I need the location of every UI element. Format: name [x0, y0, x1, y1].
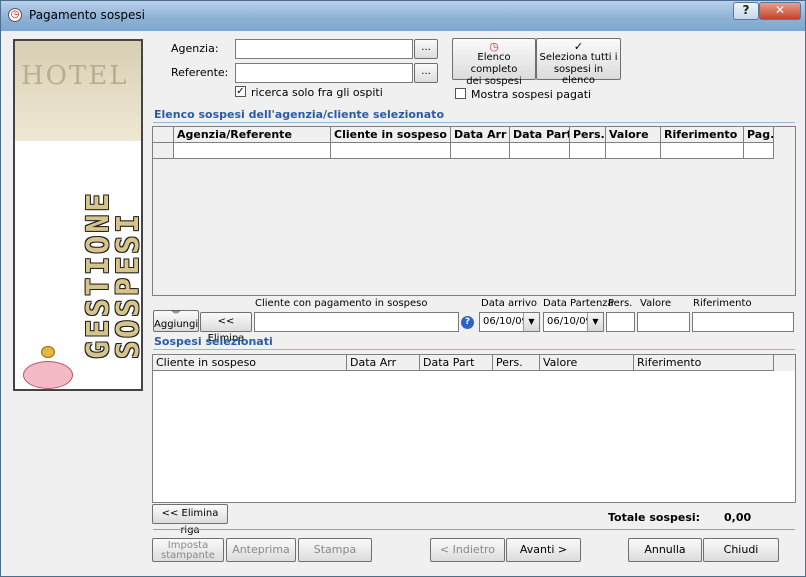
- cliente-sospeso-input[interactable]: [254, 312, 459, 332]
- seleziona-tutti-button[interactable]: ✓ Seleziona tutti i sospesi in elenco: [536, 38, 621, 86]
- data-partenza-value: 06/10/09: [547, 316, 592, 327]
- grid-cell[interactable]: [174, 143, 331, 159]
- elenco-completo-button[interactable]: ◷ Elenco completo dei sospesi: [452, 38, 536, 87]
- chiudi-button[interactable]: Chiudi: [703, 538, 779, 562]
- sospesi-selezionati-title: Sospesi selezionati: [154, 335, 273, 348]
- avanti-button[interactable]: Avanti >: [506, 538, 581, 562]
- elenco-completo-line1: Elenco completo: [470, 52, 518, 75]
- data-partenza-picker[interactable]: 06/10/09 ▼: [543, 312, 604, 332]
- grid-cell[interactable]: [451, 143, 510, 159]
- pers-input[interactable]: [606, 312, 635, 332]
- grid-body[interactable]: [153, 371, 795, 502]
- anteprima-button[interactable]: Anteprima: [226, 538, 296, 562]
- stampa-button[interactable]: Stampa: [298, 538, 372, 562]
- gestione-sospesi-banner: HOTEL GESTIONE SOSPESI: [13, 39, 143, 391]
- indietro-button[interactable]: < Indietro: [430, 538, 505, 562]
- ricerca-ospiti-label: ricerca solo fra gli ospiti: [251, 86, 383, 99]
- cliente-sospeso-label: Cliente con pagamento in sospeso: [255, 298, 428, 309]
- referente-input[interactable]: [235, 63, 413, 83]
- agenzia-browse-button[interactable]: ...: [414, 39, 438, 59]
- imposta-line2: stampante: [161, 550, 215, 561]
- valore-label: Valore: [640, 298, 672, 309]
- dialog-body: HOTEL GESTIONE SOSPESI Agenzia: ... Refe…: [9, 31, 799, 571]
- column-header[interactable]: Cliente in sospeso: [153, 355, 347, 371]
- data-arrivo-picker[interactable]: 06/10/09 ▼: [479, 312, 540, 332]
- mostra-pagati-label: Mostra sospesi pagati: [471, 88, 592, 101]
- dropdown-arrow-icon[interactable]: ▼: [587, 313, 603, 331]
- clock-icon: ◷: [8, 8, 22, 22]
- column-header[interactable]: Agenzia/Referente: [174, 127, 331, 143]
- help-circle-icon[interactable]: ?: [461, 316, 474, 329]
- banner-text-sospesi: SOSPESI: [111, 211, 143, 359]
- section-separator: [153, 349, 795, 350]
- mostra-pagati-checkbox[interactable]: [455, 88, 466, 99]
- pers-label: Pers.: [608, 298, 633, 309]
- title-bar: ◷ Pagamento sospesi ? ✕: [1, 1, 805, 31]
- riferimento-label: Riferimento: [693, 298, 752, 309]
- elenco-completo-line2: dei sospesi: [466, 76, 522, 87]
- seleziona-tutti-line1: Seleziona tutti i: [539, 52, 618, 63]
- grid-cell[interactable]: [661, 143, 744, 159]
- column-header[interactable]: Pers.: [570, 127, 606, 143]
- totale-sospesi-value: 0,00: [724, 511, 752, 524]
- column-header[interactable]: Cliente in sospeso: [331, 127, 451, 143]
- sospesi-selezionati-grid[interactable]: Cliente in sospeso Data Arr Data Part Pe…: [152, 354, 796, 503]
- grid-cell[interactable]: [331, 143, 451, 159]
- totale-sospesi-label: Totale sospesi:: [608, 511, 701, 524]
- column-header[interactable]: Data Arr: [347, 355, 420, 371]
- imposta-stampante-button[interactable]: Imposta stampante: [152, 538, 224, 562]
- column-header[interactable]: Valore: [540, 355, 634, 371]
- sospesi-grid[interactable]: Agenzia/Referente Cliente in sospeso Dat…: [152, 126, 796, 296]
- annulla-button[interactable]: Annulla: [628, 538, 702, 562]
- grid-cell[interactable]: [570, 143, 606, 159]
- valore-input[interactable]: [637, 312, 690, 332]
- column-header[interactable]: Data Part: [420, 355, 493, 371]
- data-partenza-label: Data Partenza: [543, 298, 614, 309]
- data-arrivo-label: Data arrivo: [481, 298, 538, 309]
- aggiungi-label: Aggiungi: [154, 319, 199, 330]
- piggy-bank-icon: [23, 361, 73, 389]
- grid-cell[interactable]: [606, 143, 661, 159]
- aggiungi-button[interactable]: ︾ Aggiungi: [153, 310, 199, 332]
- coin-icon: [41, 346, 55, 358]
- dialog-window: ◷ Pagamento sospesi ? ✕ HOTEL GESTIONE S…: [0, 0, 806, 577]
- help-button[interactable]: ?: [733, 2, 759, 20]
- grid-cell[interactable]: [510, 143, 570, 159]
- footer-separator: [153, 529, 795, 530]
- window-title: Pagamento sospesi: [29, 8, 145, 22]
- grid-cell[interactable]: [744, 143, 774, 159]
- elimina-button[interactable]: << Elimina: [200, 312, 252, 344]
- close-button[interactable]: ✕: [759, 2, 801, 20]
- elenco-section-title: Elenco sospesi dell'agenzia/cliente sele…: [154, 108, 445, 121]
- grid-corner: [153, 127, 174, 143]
- ricerca-ospiti-checkbox[interactable]: ✓: [235, 86, 246, 97]
- column-header[interactable]: Data Part: [510, 127, 570, 143]
- hotel-sign: HOTEL: [21, 61, 129, 91]
- seleziona-tutti-line2: sospesi in elenco: [553, 64, 604, 86]
- agenzia-input[interactable]: [235, 39, 413, 59]
- section-separator: [153, 122, 795, 123]
- column-header[interactable]: Data Arr: [451, 127, 510, 143]
- checkmark-icon: ✓: [573, 40, 584, 53]
- column-header[interactable]: Riferimento: [634, 355, 774, 371]
- clock-icon: ◷: [489, 40, 499, 53]
- elimina-riga-button[interactable]: << Elimina riga: [152, 504, 228, 536]
- column-header[interactable]: Pers.: [493, 355, 540, 371]
- hotel-photo: HOTEL: [15, 41, 141, 141]
- referente-label: Referente:: [171, 66, 229, 79]
- data-arrivo-value: 06/10/09: [483, 316, 528, 327]
- column-header[interactable]: Riferimento: [661, 127, 744, 143]
- riferimento-input[interactable]: [692, 312, 794, 332]
- column-header[interactable]: Valore: [606, 127, 661, 143]
- referente-browse-button[interactable]: ...: [414, 63, 438, 83]
- double-chevron-down-icon: ︾: [172, 310, 180, 319]
- row-selector[interactable]: [153, 143, 174, 159]
- agenzia-label: Agenzia:: [171, 42, 219, 55]
- dropdown-arrow-icon[interactable]: ▼: [523, 313, 539, 331]
- column-header[interactable]: Pag.: [744, 127, 774, 143]
